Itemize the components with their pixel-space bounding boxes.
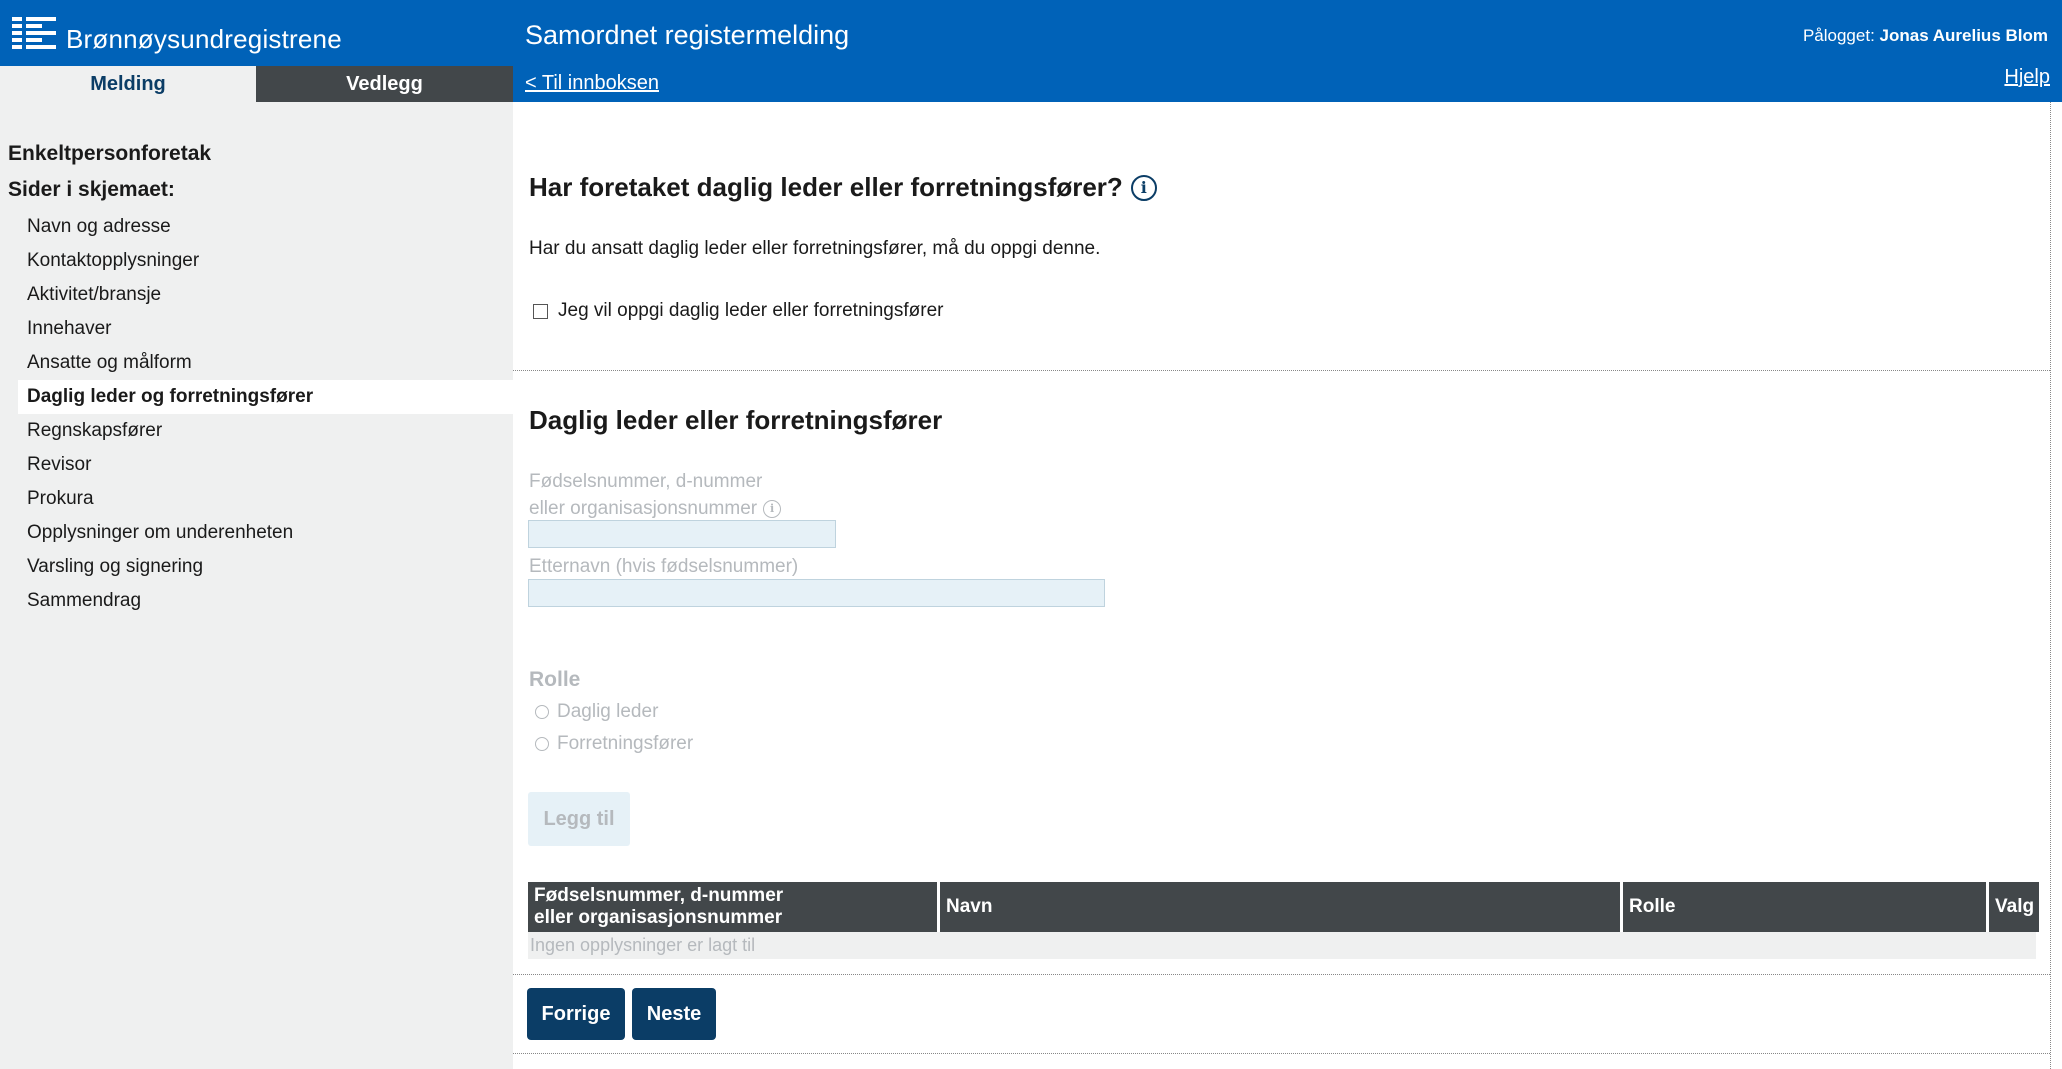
logo-text: Brønnøysundregistrene (66, 24, 342, 54)
sidebar-item-daglig-leder[interactable]: Daglig leder og forretningsfører (18, 380, 513, 414)
sidebar-item-kontaktopplysninger[interactable]: Kontaktopplysninger (0, 244, 513, 278)
add-button[interactable]: Legg til (528, 792, 630, 846)
question-title: Har foretaket daglig leder eller forretn… (529, 172, 1123, 202)
id-label-line1: Fødselsnummer, d-nummer (529, 471, 763, 492)
app-title: Samordnet registermelding (525, 20, 850, 50)
previous-button[interactable]: Forrige (527, 988, 625, 1040)
sidebar-item-aktivitet-bransje[interactable]: Aktivitet/bransje (0, 278, 513, 312)
sidebar-item-varsling-og-signering[interactable]: Varsling og signering (0, 550, 513, 584)
tab-vedlegg[interactable]: Vedlegg (256, 66, 513, 102)
col-role-header: Rolle (1623, 882, 1989, 932)
id-label-line2-row: eller organisasjonsnummer i (529, 495, 782, 522)
user-name: Jonas Aurelius Blom (1879, 26, 2048, 45)
sidebar-item-regnskapsforer[interactable]: Regnskapsfører (0, 414, 513, 448)
next-button[interactable]: Neste (632, 988, 716, 1040)
question-heading: Har foretaket daglig leder eller forretn… (529, 172, 1157, 203)
sidebar-item-innehaver[interactable]: Innehaver (0, 312, 513, 346)
id-label-line2: eller organisasjonsnummer (529, 498, 758, 519)
buttons-divider-bottom (513, 1053, 2050, 1054)
col-id-header: Fødselsnummer, d-nummer eller organisasj… (528, 882, 940, 932)
role-option-forretningsforer[interactable]: Forretningsfører (535, 733, 693, 755)
main-content: Har foretaket daglig leder eller forretn… (513, 102, 2051, 1069)
section-title: Daglig leder eller forretningsfører (529, 405, 943, 435)
appoint-checkbox[interactable] (533, 303, 548, 319)
brreg-logo[interactable]: Brønnøysundregistrene (12, 12, 342, 55)
role-option-label[interactable]: Forretningsfører (557, 733, 693, 755)
sidebar-item-navn-og-adresse[interactable]: Navn og adresse (0, 210, 513, 244)
sidebar-item-revisor[interactable]: Revisor (0, 448, 513, 482)
col-id-line1: Fødselsnummer, d-nummer (534, 885, 784, 906)
help-link[interactable]: Hjelp (2004, 66, 2050, 89)
question-description: Har du ansatt daglig leder eller forretn… (529, 238, 1101, 259)
section-divider (513, 370, 2050, 371)
radio-forretningsforer[interactable] (535, 737, 549, 751)
sidebar-item-underenheten[interactable]: Opplysninger om underenheten (0, 516, 513, 550)
radio-daglig-leder[interactable] (535, 705, 549, 719)
sidebar-item-prokura[interactable]: Prokura (0, 482, 513, 516)
org-type-heading: Enkeltpersonforetak (8, 142, 212, 165)
sidebar-item-sammendrag[interactable]: Sammendrag (0, 584, 513, 618)
info-icon[interactable]: i (1130, 174, 1157, 201)
table-empty-row: Ingen opplysninger er lagt til (528, 932, 2036, 959)
id-number-input[interactable] (528, 520, 836, 548)
col-name-header: Navn (940, 882, 1623, 932)
page-nav-list: Navn og adresse Kontaktopplysninger Akti… (0, 210, 513, 618)
top-header: Brønnøysundregistrene Samordnet register… (0, 0, 2062, 102)
sidebar: Enkeltpersonforetak Sider i skjemaet: Na… (0, 102, 513, 1069)
pages-heading: Sider i skjemaet: (8, 178, 175, 201)
surname-input[interactable] (528, 579, 1105, 607)
appoint-checkbox-row[interactable]: Jeg vil oppgi daglig leder eller forretn… (533, 300, 943, 322)
logged-in-user: Pålogget: Jonas Aurelius Blom (1803, 26, 2048, 46)
back-to-inbox-link[interactable]: < Til innboksen (525, 72, 659, 95)
right-divider (2050, 102, 2051, 1069)
sidebar-item-ansatte-og-malform[interactable]: Ansatte og målform (0, 346, 513, 380)
role-option-label[interactable]: Daglig leder (557, 701, 658, 723)
tab-melding[interactable]: Melding (0, 66, 256, 102)
col-actions-header: Valg (1989, 882, 2039, 932)
col-id-line2: eller organisasjonsnummer (534, 907, 783, 928)
surname-label: Etternavn (hvis fødselsnummer) (529, 556, 799, 577)
id-number-label: Fødselsnummer, d-nummer eller organisasj… (529, 468, 782, 522)
appoint-checkbox-label[interactable]: Jeg vil oppgi daglig leder eller forretn… (558, 300, 943, 322)
user-prefix: Pålogget: (1802, 26, 1875, 45)
buttons-divider-top (513, 974, 2050, 975)
id-info-icon[interactable]: i (763, 499, 782, 518)
role-title: Rolle (529, 668, 581, 691)
logo-mark-icon (12, 16, 56, 51)
table-header: Fødselsnummer, d-nummer eller organisasj… (528, 882, 2039, 932)
role-option-daglig-leder[interactable]: Daglig leder (535, 701, 658, 723)
